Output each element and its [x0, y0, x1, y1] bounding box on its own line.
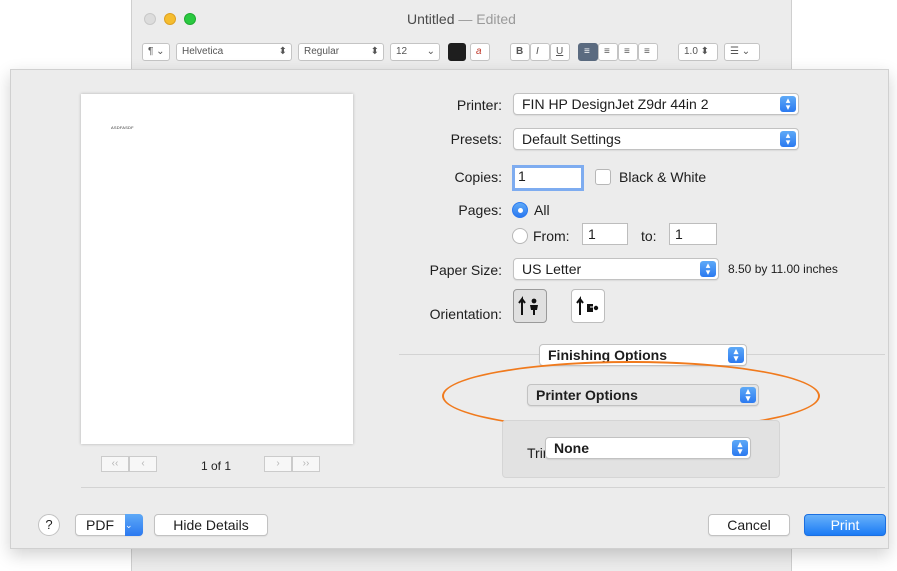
trim-value: None	[554, 440, 589, 456]
presets-value: Default Settings	[522, 131, 621, 147]
align-right-icon[interactable]: ≡	[618, 43, 638, 61]
popup-stepper-icon: ▴ ▾	[728, 347, 744, 363]
printer-value: FIN HP DesignJet Z9dr 44in 2	[522, 96, 709, 112]
trim-popup[interactable]: None ▴ ▾	[545, 437, 751, 459]
paragraph-style-menu[interactable]: ¶ ⌄	[142, 43, 170, 61]
pdf-label: PDF	[86, 517, 114, 533]
align-justify-icon[interactable]: ≡	[638, 43, 658, 61]
popup-stepper-icon: ▴ ▾	[732, 440, 748, 456]
help-button[interactable]: ?	[38, 514, 60, 536]
hide-details-button[interactable]: Hide Details	[154, 514, 268, 536]
line-spacing-menu[interactable]: 1.0 ⬍	[678, 43, 718, 61]
pages-all-label: All	[534, 202, 550, 218]
pages-label: Pages:	[458, 202, 502, 218]
pages-from-label: From:	[533, 228, 570, 244]
landscape-icon	[576, 296, 599, 315]
highlight-color-icon[interactable]: a	[470, 43, 490, 61]
landscape-orientation-button[interactable]	[571, 289, 605, 323]
print-button[interactable]: Print	[804, 514, 886, 536]
text-color-swatch[interactable]	[448, 43, 466, 61]
page-preview: ASDFASDF	[81, 94, 353, 444]
black-white-label: Black & White	[619, 169, 707, 185]
popup-stepper-icon: ▴ ▾	[780, 96, 796, 112]
window-title: Untitled — Edited	[407, 11, 516, 27]
page-count: 1 of 1	[201, 459, 232, 473]
pages-to-label: to:	[641, 228, 657, 244]
align-center-icon[interactable]: ≡	[598, 43, 618, 61]
last-page-button[interactable]: ››	[292, 456, 320, 472]
italic-icon[interactable]: I	[530, 43, 550, 61]
list-style-menu[interactable]: ☰ ⌄	[724, 43, 760, 61]
previous-page-button[interactable]: ‹	[129, 456, 157, 472]
paper-size-label: Paper Size:	[429, 262, 502, 278]
bold-icon[interactable]: B	[510, 43, 530, 61]
paper-size-value: US Letter	[522, 261, 582, 277]
title-bar: Untitled — Edited	[132, 0, 791, 38]
orientation-label: Orientation:	[429, 306, 502, 322]
printer-popup[interactable]: FIN HP DesignJet Z9dr 44in 2 ▴ ▾	[513, 93, 799, 115]
font-size-field[interactable]: 12 ⌄	[390, 43, 440, 61]
printer-label: Printer:	[456, 97, 502, 113]
trim-group: Trim: None ▴ ▾	[502, 420, 780, 478]
next-page-button[interactable]: ›	[264, 456, 292, 472]
preview-page-text: ASDFASDF	[111, 125, 134, 130]
paper-size-popup[interactable]: US Letter ▴ ▾	[513, 258, 719, 280]
pages-all-radio[interactable]	[512, 202, 528, 218]
copies-field[interactable]: 1	[512, 165, 584, 191]
align-left-icon[interactable]: ≡	[578, 43, 598, 61]
pdf-menu-button[interactable]: PDF ⌄	[75, 514, 143, 536]
popup-stepper-icon: ▴ ▾	[780, 131, 796, 147]
font-family-menu[interactable]: Helvetica ⬍	[176, 43, 292, 61]
pages-from-radio[interactable]	[512, 228, 528, 244]
underline-icon[interactable]: U	[550, 43, 570, 61]
pages-from-field[interactable]: 1	[582, 223, 628, 245]
font-style-menu[interactable]: Regular ⬍	[298, 43, 384, 61]
paper-dimensions: 8.50 by 11.00 inches	[728, 262, 838, 276]
footer-divider	[81, 487, 885, 488]
black-white-checkbox[interactable]	[595, 169, 611, 185]
presets-popup[interactable]: Default Settings ▴ ▾	[513, 128, 799, 150]
portrait-icon	[518, 296, 538, 315]
popup-stepper-icon: ▴ ▾	[700, 261, 716, 277]
chevron-down-icon: ⌄	[125, 514, 143, 536]
first-page-button[interactable]: ‹‹	[101, 456, 129, 472]
format-toolbar: ¶ ⌄ Helvetica ⬍ Regular ⬍ 12 ⌄ a B I U ≡ ≡ …	[132, 38, 791, 68]
copies-label: Copies:	[454, 169, 502, 185]
presets-label: Presets:	[450, 131, 502, 147]
pages-to-field[interactable]: 1	[669, 223, 717, 245]
cancel-button[interactable]: Cancel	[708, 514, 790, 536]
portrait-orientation-button[interactable]	[513, 289, 547, 323]
